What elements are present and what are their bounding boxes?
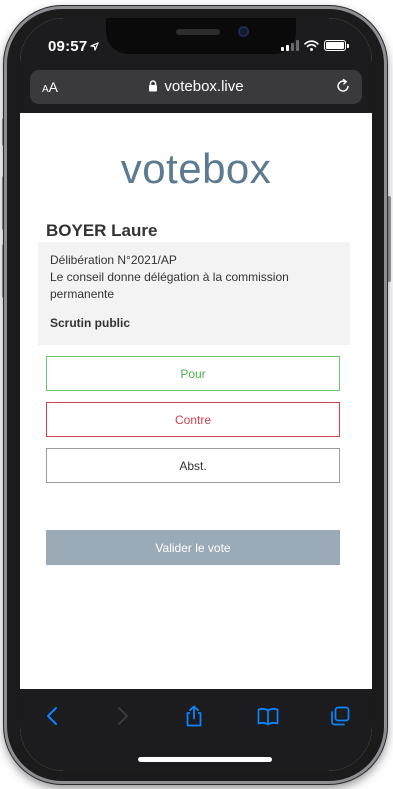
vote-abstention-button[interactable]: Abst. xyxy=(46,448,340,483)
status-time-text: 09:57 xyxy=(48,38,88,55)
vote-contre-button[interactable]: Contre xyxy=(46,402,340,437)
lock-icon xyxy=(149,80,158,92)
forward-chevron-icon[interactable] xyxy=(110,704,134,728)
notch xyxy=(106,18,296,54)
url-display[interactable]: votebox.live xyxy=(30,78,362,95)
tabs-icon[interactable] xyxy=(328,704,352,728)
cellular-signal-icon xyxy=(281,40,299,51)
browser-toolbar xyxy=(20,689,372,771)
share-icon[interactable] xyxy=(182,704,206,728)
status-time: 09:57 xyxy=(48,38,100,55)
front-camera-icon xyxy=(238,26,249,37)
ballot-type: Scrutin public xyxy=(50,316,131,330)
location-arrow-icon xyxy=(90,42,100,51)
submit-vote-button[interactable]: Valider le vote xyxy=(46,530,340,565)
back-chevron-icon[interactable] xyxy=(41,704,65,728)
url-domain: votebox.live xyxy=(164,78,244,95)
wifi-icon xyxy=(304,40,319,51)
battery-icon xyxy=(324,40,349,51)
web-page-content: votebox BOYER Laure Délibération N°2021/… xyxy=(20,113,372,689)
home-indicator[interactable] xyxy=(138,757,272,762)
votebox-logo: votebox xyxy=(120,145,272,192)
phone-screen: 09:57 AA votebox.live votebox BOYER Laur… xyxy=(20,18,372,771)
motion-text: Le conseil donne délégation à la commiss… xyxy=(50,270,289,301)
motion-number: Délibération N°2021/AP xyxy=(50,253,177,267)
bookmarks-book-icon[interactable] xyxy=(256,704,280,728)
voter-name: BOYER Laure xyxy=(46,221,158,240)
status-icons xyxy=(281,40,349,51)
browser-top-bar: 09:57 AA votebox.live xyxy=(20,18,372,113)
address-bar[interactable]: AA votebox.live xyxy=(30,70,362,104)
power-button xyxy=(387,196,391,282)
vote-pour-button[interactable]: Pour xyxy=(46,356,340,391)
reload-icon[interactable] xyxy=(334,77,352,95)
motion-box: Délibération N°2021/AP Le conseil donne … xyxy=(38,242,350,345)
speaker-grille xyxy=(176,29,220,35)
